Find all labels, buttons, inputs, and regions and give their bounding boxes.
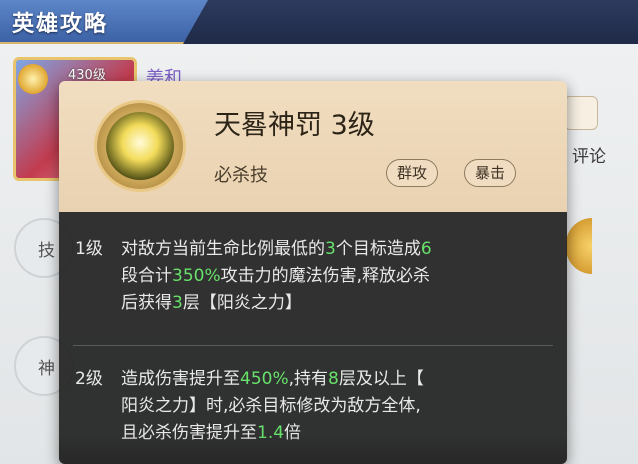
tag-aoe: 群攻	[386, 159, 439, 187]
description-text: 攻击力的魔法伤害,释放必杀	[220, 266, 431, 286]
scroll-fade	[59, 434, 567, 464]
level-1-description: 对敌方当前生命比例最低的3个目标造成6 段合计350%攻击力的魔法伤害,释放必杀后…	[121, 236, 551, 317]
page-title: 英雄攻略	[12, 12, 109, 37]
description-text: 后获得	[121, 293, 172, 313]
description-text: 阳炎之力】时,必杀目标修改为敌方全体,	[121, 396, 421, 416]
divine-section-label: 神	[38, 359, 55, 379]
description-text: 段合计	[121, 266, 172, 286]
highlight-value: 3	[325, 239, 336, 259]
level-2-label: 2级	[75, 369, 103, 389]
skill-detail-popup: 天晷神罚 3级 必杀技 群攻 暴击 1级 对敌方当前生命比例最低的3个目标造成6…	[59, 81, 567, 464]
description-text: 对敌方当前生命比例最低的	[121, 239, 325, 259]
description-line: 后获得3层【阳炎之力】	[121, 290, 551, 317]
skill-section-label: 技	[38, 241, 55, 261]
description-line: 造成伤害提升至450%,持有8层及以上【	[121, 366, 551, 393]
skill-icon-frame	[97, 103, 183, 189]
description-line: 段合计350%攻击力的魔法伤害,释放必杀	[121, 263, 551, 290]
description-text: ,持有	[288, 369, 329, 389]
comment-label[interactable]: 评论	[572, 142, 606, 167]
skill-name: 天晷神罚 3级	[214, 110, 375, 141]
description-line: 阳炎之力】时,必杀目标修改为敌方全体,	[121, 393, 551, 420]
description-text: 层【阳炎之力】	[182, 293, 302, 313]
skill-icon	[106, 112, 174, 180]
highlight-value: 450%	[240, 369, 289, 389]
description-text: 个目标造成	[335, 239, 421, 259]
highlight-value: 350%	[172, 266, 221, 286]
tag-crit: 暴击	[464, 159, 517, 187]
description-text: 造成伤害提升至	[121, 369, 240, 389]
highlight-value: 6	[420, 239, 432, 259]
highlight-value: 8	[328, 369, 339, 389]
popup-body: 1级 对敌方当前生命比例最低的3个目标造成6 段合计350%攻击力的魔法伤害,释放…	[59, 212, 567, 464]
sun-emblem-icon	[18, 64, 48, 94]
level-1-label: 1级	[75, 239, 103, 259]
highlight-value: 3	[172, 293, 183, 313]
skill-type: 必杀技	[214, 165, 268, 186]
popup-header: 天晷神罚 3级 必杀技 群攻 暴击	[59, 81, 567, 212]
level-divider	[73, 345, 553, 346]
description-line: 对敌方当前生命比例最低的3个目标造成6	[121, 236, 551, 263]
comment-icon[interactable]	[564, 96, 598, 130]
description-text: 层及以上【	[338, 369, 424, 389]
